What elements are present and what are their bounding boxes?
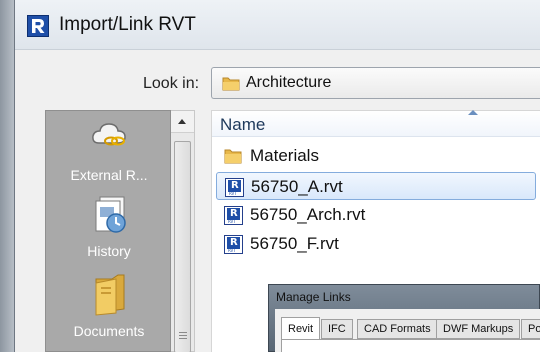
column-header-label: Name — [220, 115, 266, 134]
look-in-dropdown[interactable]: Architecture — [211, 67, 540, 99]
place-label: External R... — [70, 167, 148, 183]
place-external-resources[interactable]: External R... — [46, 115, 172, 185]
revit-logo-icon — [27, 15, 49, 37]
folder-icon — [222, 75, 240, 96]
folder-icon — [224, 147, 242, 170]
sort-ascending-icon — [468, 110, 478, 115]
file-name: 56750_F.rvt — [250, 234, 339, 253]
tab-dwf-markups[interactable]: DWF Markups — [436, 319, 521, 339]
look-in-label: Look in: — [143, 75, 200, 92]
rvt-file-icon: R RVT — [224, 235, 243, 254]
manage-links-window[interactable]: Manage Links Revit IFC CAD Formats DWF M… — [268, 284, 540, 352]
list-item-file-selected[interactable]: R RVT 56750_A.rvt — [216, 172, 536, 200]
manage-links-title: Manage Links — [276, 290, 351, 304]
rvt-file-icon: R RVT — [224, 206, 243, 225]
rvt-file-icon: R RVT — [225, 178, 244, 197]
background-window-edge — [0, 0, 14, 352]
tab-ifc[interactable]: IFC — [321, 319, 353, 339]
cloud-link-icon — [90, 119, 128, 156]
manage-links-content — [281, 339, 540, 352]
arrow-up-icon — [178, 119, 186, 124]
scrollbar-thumb[interactable] — [174, 141, 191, 352]
tab-revit[interactable]: Revit — [281, 317, 321, 341]
place-history[interactable]: History — [46, 191, 172, 267]
list-item-folder[interactable]: Materials — [216, 142, 536, 170]
place-label: Documents — [73, 323, 145, 339]
manage-links-panel: Revit IFC CAD Formats DWF Markups Poin — [275, 309, 540, 352]
title-bar[interactable]: Import/Link RVT — [15, 0, 540, 50]
list-item-file[interactable]: R RVT 56750_F.rvt — [216, 230, 536, 258]
file-name: 56750_A.rvt — [251, 177, 343, 196]
dialog-title: Import/Link RVT — [59, 14, 196, 35]
place-documents[interactable]: Documents — [46, 271, 172, 351]
list-item-file[interactable]: R RVT 56750_Arch.rvt — [216, 201, 536, 229]
file-name: 56750_Arch.rvt — [250, 205, 366, 224]
places-scrollbar[interactable] — [171, 110, 195, 352]
column-header-name[interactable]: Name — [212, 110, 540, 137]
scroll-up-button[interactable] — [171, 111, 194, 133]
place-label: History — [87, 243, 131, 259]
look-in-value: Architecture — [246, 74, 332, 91]
documents-folder-icon — [92, 273, 128, 322]
places-bar: External R... History Documents — [45, 110, 171, 352]
tab-point-clouds[interactable]: Poin — [521, 319, 540, 339]
tab-cad-formats[interactable]: CAD Formats — [357, 319, 438, 339]
grip-icon — [179, 332, 187, 341]
file-name: Materials — [250, 146, 319, 165]
history-icon — [90, 193, 130, 240]
